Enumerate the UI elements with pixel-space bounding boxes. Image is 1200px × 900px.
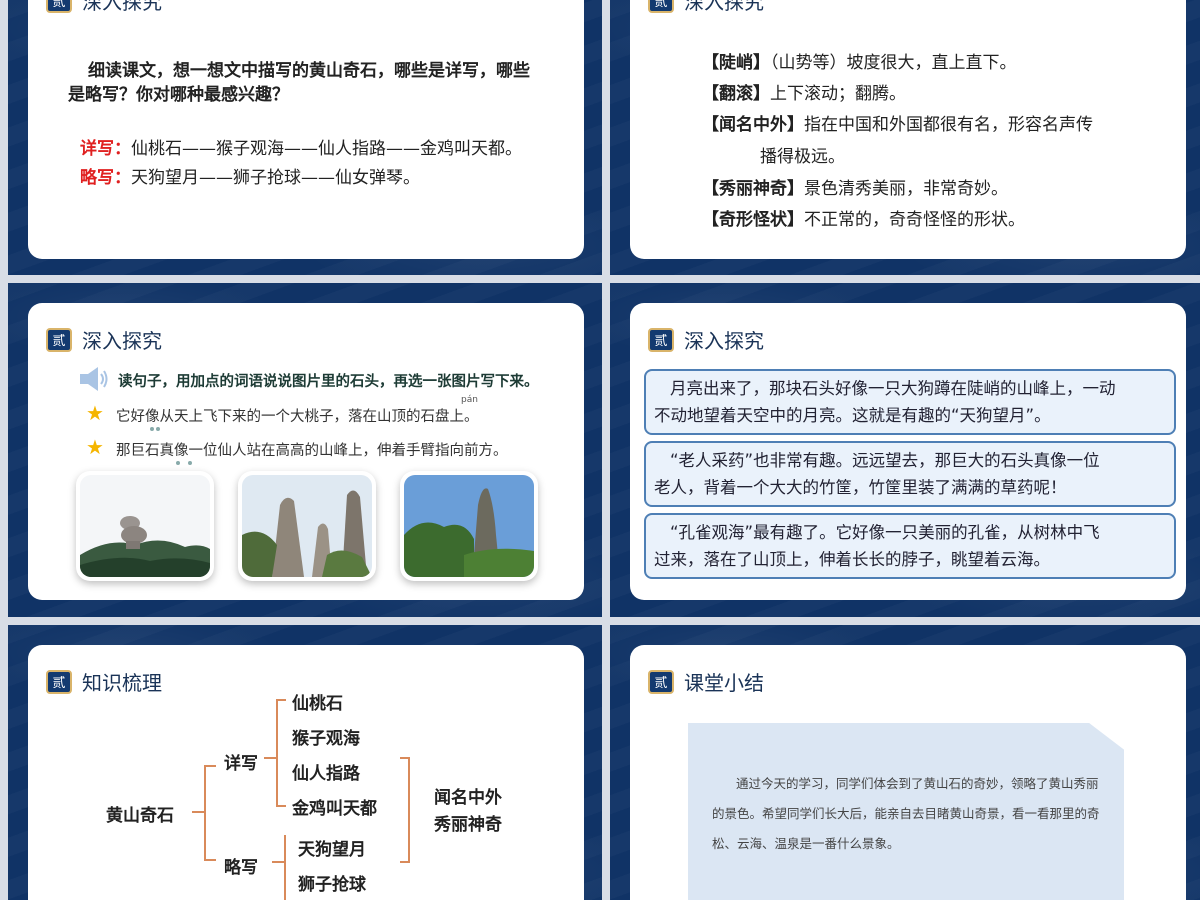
tree-line (192, 811, 204, 813)
emphasis-dot (176, 461, 180, 465)
detailed-label: 详写： (80, 139, 131, 159)
slide-6-header: 贰 课堂小结 (648, 667, 764, 696)
summary-line-1: 通过今天的学习，同学们体会到了黄山石的奇妙，领略了黄山秀丽 (736, 776, 1099, 791)
slide-title: 深入探究 (82, 329, 162, 353)
section-badge: 贰 (46, 327, 72, 352)
slide-title: 深入探究 (684, 329, 764, 353)
slide-1-card: 贰 深入探究 细读课文，想一想文中描写的黄山奇石，哪些是详写，哪些 是略写？你对… (28, 0, 584, 259)
section-badge: 贰 (648, 327, 674, 352)
definition-1: 【陡峭】（山势等）坡度很大，直上直下。 (702, 53, 1017, 73)
star-icon: ★ (86, 401, 104, 425)
brief-label: 略写： (80, 168, 131, 188)
speaker-icon[interactable] (78, 365, 110, 393)
slide-2-card: 贰 深入探究 【陡峭】（山势等）坡度很大，直上直下。 【翻滚】上下滚动；翻腾。 … (630, 0, 1186, 259)
slide-title: 知识梳理 (82, 671, 162, 695)
slide-4-card: 贰 深入探究 月亮出来了，那块石头好像一只大狗蹲在陡峭的山峰上，一动 不动地望着… (630, 303, 1186, 600)
slide-2-header: 贰 深入探究 (648, 0, 764, 15)
brief-row: 略写：天狗望月——狮子抢球——仙女弹琴。 (80, 163, 420, 188)
slide-6: 贰 课堂小结 通过今天的学习，同学们体会到了黄山石的奇妙，领略了黄山秀丽 的景色… (610, 625, 1200, 900)
detailed-item-4: 金鸡叫天都 (292, 799, 377, 819)
brief-text: 天狗望月——狮子抢球——仙女弹琴。 (131, 168, 420, 188)
summary-box: 通过今天的学习，同学们体会到了黄山石的奇妙，领略了黄山秀丽 的景色。希望同学们长… (688, 723, 1124, 900)
slide-4-header: 贰 深入探究 (648, 325, 764, 354)
section-badge: 贰 (648, 0, 674, 13)
tree-root: 黄山奇石 (106, 806, 174, 826)
tree-line (204, 859, 216, 861)
instruction-text: 读句子，用加点的词语说说图片里的石头，再选一张图片写下来。 (118, 374, 539, 390)
emphasis-dot (150, 427, 154, 431)
definition-2: 【翻滚】上下滚动；翻腾。 (702, 84, 906, 104)
question-line-1: 细读课文，想一想文中描写的黄山奇石，哪些是详写，哪些 (88, 61, 530, 81)
slide-title: 深入探究 (684, 0, 764, 14)
rock-photo-immortal[interactable] (238, 471, 376, 581)
tree-line (400, 861, 408, 863)
slide-1-header: 贰 深入探究 (46, 0, 162, 15)
definition-4: 【秀丽神奇】景色清秀美丽，非常奇妙。 (702, 179, 1008, 199)
slide-5: 贰 知识梳理 黄山奇石 详写 略写 仙桃石 猴子观海 仙人指路 金鸡叫天都 天狗… (8, 625, 602, 900)
example-paragraph-3: “孔雀观海”最有趣了。它好像一只美丽的孔雀，从树林中飞 过来，落在了山顶上，伸着… (644, 513, 1176, 579)
slide-5-header: 贰 知识梳理 (46, 667, 162, 696)
section-badge: 贰 (46, 669, 72, 694)
slide-3-card: 贰 深入探究 读句子，用加点的词语说说图片里的石头，再选一张图片写下来。 ★ p… (28, 303, 584, 600)
summary-line-2: 的景色。希望同学们长大后，能亲自去目睹黄山奇景，看一看那里的奇 (712, 806, 1100, 821)
rock-photo-pointing[interactable] (400, 471, 538, 581)
detailed-item-1: 仙桃石 (292, 694, 343, 714)
detailed-item-2: 猴子观海 (292, 729, 360, 749)
brief-item-2: 狮子抢球 (298, 875, 366, 895)
pinyin-annotation: pán (461, 395, 478, 405)
sentence-2: 那巨石真像一位仙人站在高高的山峰上，伸着手臂指向前方。 (116, 443, 508, 459)
tree-line (400, 757, 408, 759)
conclusion-1: 闻名中外 (434, 788, 502, 808)
section-badge: 贰 (648, 669, 674, 694)
detailed-text: 仙桃石——猴子观海——仙人指路——金鸡叫天都。 (131, 139, 522, 159)
brief-item-1: 天狗望月 (298, 840, 366, 860)
tree-line (272, 861, 284, 863)
slide-3: 贰 深入探究 读句子，用加点的词语说说图片里的石头，再选一张图片写下来。 ★ p… (8, 283, 602, 617)
section-badge: 贰 (46, 0, 72, 13)
definition-5: 【奇形怪状】不正常的，奇奇怪怪的形状。 (702, 210, 1025, 230)
detailed-row: 详写：仙桃石——猴子观海——仙人指路——金鸡叫天都。 (80, 134, 522, 159)
branch-brief: 略写 (224, 858, 258, 878)
emphasis-dot (188, 461, 192, 465)
definition-3: 【闻名中外】指在中国和外国都很有名，形容名声传 (702, 115, 1093, 135)
example-paragraph-2: “老人采药”也非常有趣。远远望去，那巨大的石头真像一位 老人，背着一个大大的竹筐… (644, 441, 1176, 507)
tree-line (276, 699, 278, 807)
summary-line-3: 松、云海、温泉是一番什么景象。 (712, 836, 900, 851)
sentence-1: 它好像从天上飞下来的一个大桃子，落在山顶的石盘上。 (116, 409, 479, 425)
tree-line (276, 699, 286, 701)
slide-5-card: 贰 知识梳理 黄山奇石 详写 略写 仙桃石 猴子观海 仙人指路 金鸡叫天都 天狗… (28, 645, 584, 900)
slide-2: 贰 深入探究 【陡峭】（山势等）坡度很大，直上直下。 【翻滚】上下滚动；翻腾。 … (610, 0, 1200, 275)
rock-photo-peach[interactable] (76, 471, 214, 581)
slide-6-card: 贰 课堂小结 通过今天的学习，同学们体会到了黄山石的奇妙，领略了黄山秀丽 的景色… (630, 645, 1186, 900)
tree-line (276, 805, 286, 807)
tree-line (284, 835, 286, 900)
tree-line (264, 757, 276, 759)
slide-title: 课堂小结 (684, 671, 764, 695)
branch-detailed: 详写 (224, 754, 258, 774)
question-line-2: 是略写？你对哪种最感兴趣？ (68, 85, 289, 105)
tree-line (204, 765, 216, 767)
tree-line (204, 765, 206, 861)
slide-1: 贰 深入探究 细读课文，想一想文中描写的黄山奇石，哪些是详写，哪些 是略写？你对… (8, 0, 602, 275)
conclusion-2: 秀丽神奇 (434, 815, 502, 835)
detailed-item-3: 仙人指路 (292, 764, 360, 784)
slide-4: 贰 深入探究 月亮出来了，那块石头好像一只大狗蹲在陡峭的山峰上，一动 不动地望着… (610, 283, 1200, 617)
tree-line (408, 757, 410, 863)
slide-3-header: 贰 深入探究 (46, 325, 162, 354)
emphasis-dot (156, 427, 160, 431)
slide-title: 深入探究 (82, 0, 162, 14)
example-paragraph-1: 月亮出来了，那块石头好像一只大狗蹲在陡峭的山峰上，一动 不动地望着天空中的月亮。… (644, 369, 1176, 435)
star-icon: ★ (86, 435, 104, 459)
definition-3-cont: 播得极远。 (760, 147, 845, 167)
